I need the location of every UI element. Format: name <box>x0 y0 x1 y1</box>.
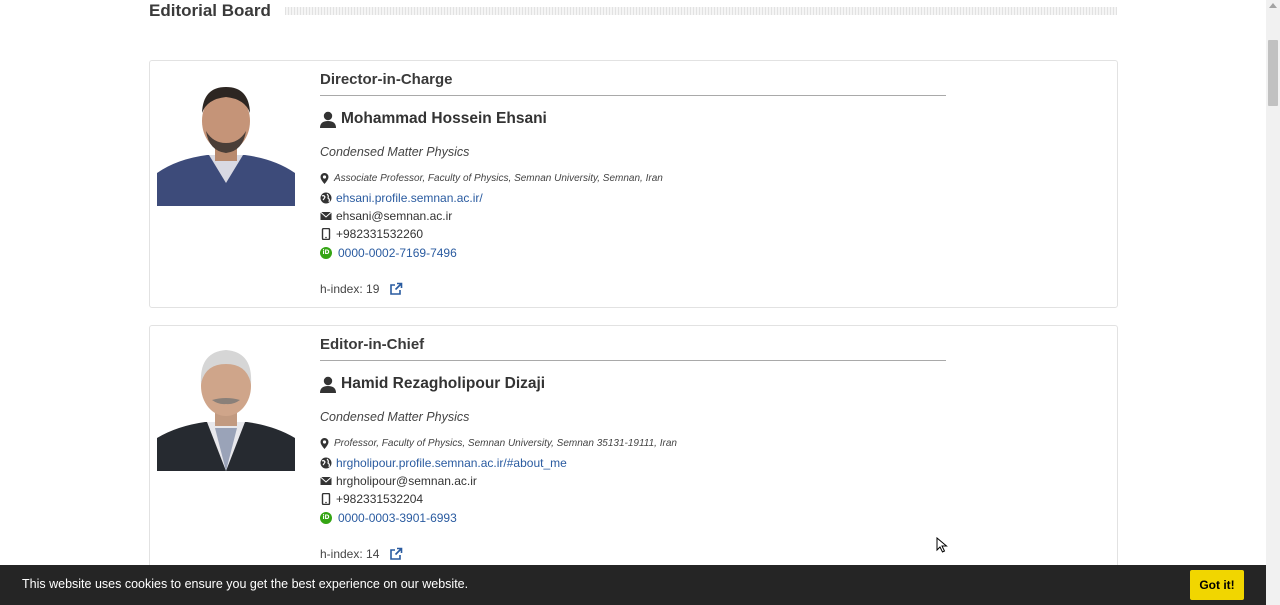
map-marker-icon <box>320 438 329 449</box>
envelope-icon <box>320 211 332 220</box>
member-field: Condensed Matter Physics <box>320 145 470 159</box>
member-name: Mohammad Hossein Ehsani <box>341 110 547 127</box>
member-name-row: Hamid Rezagholipour Dizaji <box>320 375 545 393</box>
phone-row: +982331532260 <box>320 227 423 241</box>
hindex-value: h-index: 19 <box>320 282 380 296</box>
section-title: Editorial Board <box>149 1 271 20</box>
phone-number: +982331532204 <box>336 492 424 506</box>
orcid-row: iD 0000-0003-3901-6993 <box>320 511 457 525</box>
external-link-icon[interactable] <box>389 547 403 561</box>
website-link[interactable]: hrgholipour.profile.semnan.ac.ir/#about_… <box>336 456 567 470</box>
person-icon <box>320 111 336 128</box>
member-affiliation-row: Professor, Faculty of Physics, Semnan Un… <box>320 438 677 449</box>
member-card-editor-in-chief: Editor-in-Chief Hamid Rezagholipour Diza… <box>149 325 1118 587</box>
orcid-link[interactable]: 0000-0003-3901-6993 <box>338 511 457 525</box>
mobile-phone-icon <box>321 228 331 240</box>
website-link[interactable]: ehsani.profile.semnan.ac.ir/ <box>336 191 483 205</box>
page: Editorial Board Director-in-Charge Moham… <box>0 0 1266 605</box>
member-name: Hamid Rezagholipour Dizaji <box>341 375 546 392</box>
role-divider <box>320 95 946 96</box>
orcid-icon: iD <box>320 247 332 259</box>
member-card-director: Director-in-Charge Mohammad Hossein Ehsa… <box>149 60 1118 308</box>
globe-icon <box>320 192 332 204</box>
cookie-message: This website uses cookies to ensure you … <box>22 577 469 591</box>
map-marker-icon <box>320 173 329 184</box>
scroll-up-arrow-icon[interactable] <box>1269 3 1277 8</box>
email-address[interactable]: hrgholipour@semnan.ac.ir <box>336 474 477 488</box>
role-divider <box>320 360 946 361</box>
phone-row: +982331532204 <box>320 492 423 506</box>
orcid-row: iD 0000-0002-7169-7496 <box>320 246 457 260</box>
external-link-icon[interactable] <box>389 282 403 296</box>
website-row: hrgholipour.profile.semnan.ac.ir/#about_… <box>320 456 567 470</box>
member-affiliation: Associate Professor, Faculty of Physics,… <box>334 173 663 184</box>
orcid-icon: iD <box>320 512 332 524</box>
member-name-row: Mohammad Hossein Ehsani <box>320 110 547 128</box>
globe-icon <box>320 457 332 469</box>
member-photo <box>157 73 295 206</box>
cookie-accept-button[interactable]: Got it! <box>1190 570 1244 600</box>
email-address[interactable]: ehsani@semnan.ac.ir <box>336 209 452 223</box>
mobile-phone-icon <box>321 493 331 505</box>
member-photo <box>157 338 295 471</box>
website-row: ehsani.profile.semnan.ac.ir/ <box>320 191 483 205</box>
hindex-value: h-index: 14 <box>320 547 380 561</box>
member-affiliation-row: Associate Professor, Faculty of Physics,… <box>320 173 663 184</box>
member-affiliation: Professor, Faculty of Physics, Semnan Un… <box>334 438 677 449</box>
title-divider <box>285 7 1117 15</box>
orcid-link[interactable]: 0000-0002-7169-7496 <box>338 246 457 260</box>
person-icon <box>320 376 336 393</box>
phone-number: +982331532260 <box>336 227 424 241</box>
email-row: hrgholipour@semnan.ac.ir <box>320 474 477 488</box>
vertical-scrollbar[interactable] <box>1266 0 1280 605</box>
email-row: ehsani@semnan.ac.ir <box>320 209 452 223</box>
hindex-row: h-index: 19 <box>320 282 403 296</box>
member-role: Director-in-Charge <box>320 71 453 88</box>
scrollbar-thumb[interactable] <box>1268 40 1278 106</box>
cookie-consent-bar: This website uses cookies to ensure you … <box>0 565 1266 605</box>
hindex-row: h-index: 14 <box>320 547 403 561</box>
member-field: Condensed Matter Physics <box>320 410 470 424</box>
mouse-cursor-icon <box>936 537 948 553</box>
member-role: Editor-in-Chief <box>320 336 425 353</box>
envelope-icon <box>320 476 332 485</box>
